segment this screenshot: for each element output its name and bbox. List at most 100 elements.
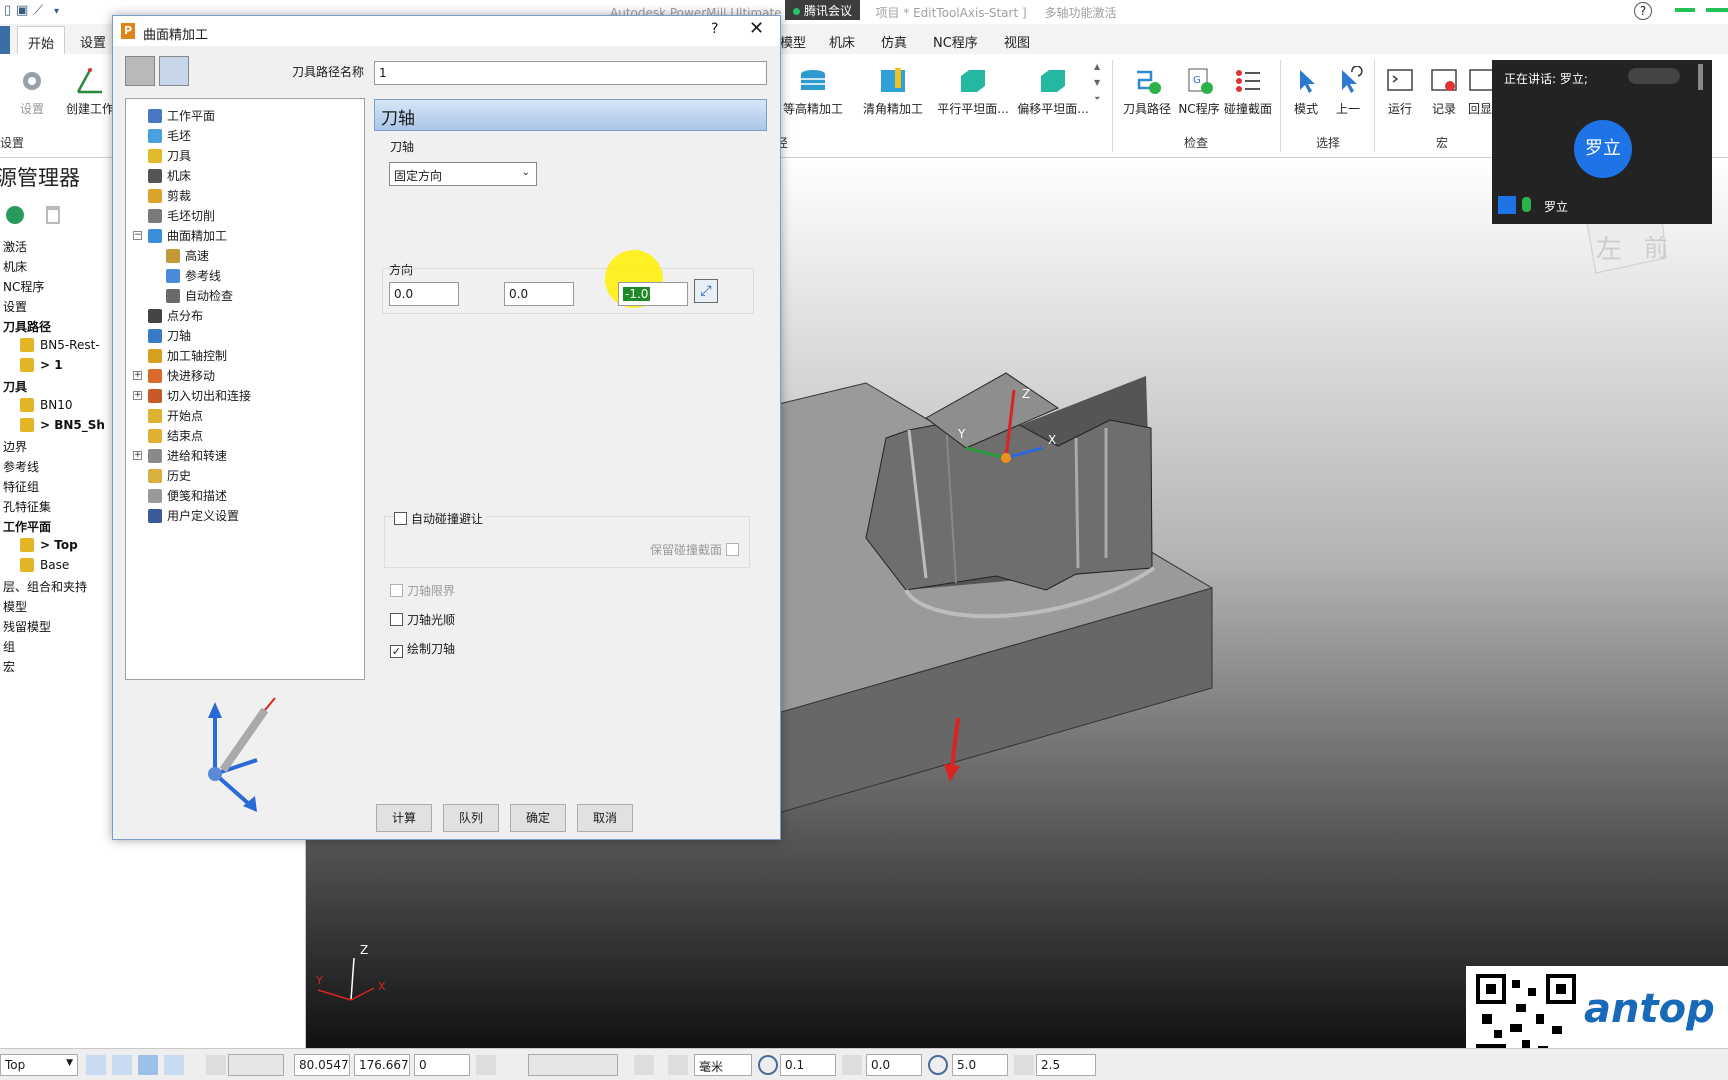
file-tab[interactable] (0, 26, 10, 54)
explorer-item[interactable]: BN10 (20, 398, 72, 412)
previous-selection-button[interactable]: 上一 (1330, 66, 1366, 117)
collision-section-button[interactable]: 碰撞截面 (1222, 66, 1274, 117)
calculator-icon[interactable] (634, 1055, 654, 1075)
strategy-image-icon[interactable] (159, 56, 189, 86)
nc-check-button[interactable]: G NC程序 (1176, 66, 1222, 117)
tab-simulation[interactable]: 仿真 (881, 32, 907, 51)
tool-axis-limits-checkbox[interactable]: 刀轴限界 (390, 582, 455, 599)
input-field[interactable] (528, 1054, 618, 1076)
tree-item[interactable]: 参考线 (166, 267, 221, 284)
tab-home[interactable]: 开始 (17, 26, 66, 54)
tree-item[interactable]: 历史 (148, 467, 191, 484)
workplane-select[interactable]: Top ▼ (0, 1054, 78, 1076)
direction-y-input[interactable]: 0.0 (504, 282, 574, 306)
ribbon-gallery-expand-icon[interactable]: ⏷ (1094, 94, 1100, 104)
corner-finish-button[interactable]: 清角精加工 (860, 66, 926, 117)
grid-spacing-field[interactable] (228, 1054, 284, 1076)
measure-icon[interactable] (476, 1055, 496, 1075)
tree-item[interactable]: 开始点 (148, 407, 203, 424)
stepover-field[interactable]: 2.5 (1036, 1054, 1096, 1076)
direction-x-input[interactable]: 0.0 (389, 282, 459, 306)
globe-icon[interactable] (6, 206, 24, 224)
tree-item[interactable]: 自动检查 (166, 287, 233, 304)
tab-nc-program[interactable]: NC程序 (933, 32, 978, 51)
ribbon-gallery-scroll-down-icon[interactable]: ▼ (1094, 78, 1100, 87)
tree-item[interactable]: 高速 (166, 247, 209, 264)
explorer-item[interactable]: 设置 (3, 298, 27, 315)
tree-item[interactable]: 剪裁 (148, 187, 191, 204)
explorer-item[interactable]: 边界 (3, 438, 27, 455)
explorer-item[interactable]: > BN5_Sh (20, 418, 105, 432)
echo-macro-button[interactable]: 回显 (1466, 66, 1495, 117)
tab-view[interactable]: 视图 (1004, 32, 1030, 51)
diameter-field[interactable]: 5.0 (952, 1054, 1008, 1076)
run-macro-button[interactable]: 运行 (1380, 66, 1420, 117)
selection-filter-icon[interactable] (138, 1055, 158, 1075)
constant-z-finish-button[interactable]: 等高精加工 (780, 66, 846, 117)
explorer-item[interactable]: 组 (3, 638, 15, 655)
tree-item[interactable]: 机床 (148, 167, 191, 184)
tool-axis-dropdown[interactable]: 固定方向 ⌄ (389, 162, 537, 186)
quick-access-dropdown-icon[interactable]: ▾ (54, 6, 59, 17)
create-workplane-button[interactable]: 创建工作 (62, 66, 118, 117)
explorer-item[interactable]: > 1 (20, 358, 63, 372)
tool-axis-smoothing-checkbox[interactable]: 刀轴光顺 (390, 611, 455, 628)
quick-access-icon[interactable]: ▯ (4, 3, 11, 18)
record-macro-button[interactable]: 记录 (1424, 66, 1464, 117)
strategy-settings-icon[interactable] (125, 56, 155, 86)
explorer-item[interactable]: 机床 (3, 258, 27, 275)
tree-item[interactable]: 进给和转速 (148, 447, 227, 464)
explorer-item[interactable]: 工作平面 (3, 518, 51, 535)
calculate-button[interactable]: 计算 (376, 804, 432, 832)
tree-item[interactable]: 点分布 (148, 307, 203, 324)
expand-icon[interactable]: + (133, 371, 142, 380)
dialog-help-button[interactable]: ? (711, 21, 718, 37)
settings-button[interactable]: 设置 (4, 66, 60, 117)
tree-item[interactable]: 便笺和描述 (148, 487, 227, 504)
explorer-item[interactable]: 宏 (3, 658, 15, 675)
tolerance-field[interactable]: 0.1 (780, 1054, 836, 1076)
tab-model[interactable]: 模型 (780, 32, 806, 51)
explorer-item[interactable]: 残留模型 (3, 618, 51, 635)
explorer-item[interactable]: 特征组 (3, 478, 39, 495)
lock-selection-icon[interactable] (164, 1055, 184, 1075)
ok-button[interactable]: 确定 (510, 804, 566, 832)
pick-icon[interactable] (502, 1055, 522, 1075)
offset-flat-button[interactable]: 偏移平坦面... (1016, 66, 1090, 117)
tab-machine[interactable]: 机床 (829, 32, 855, 51)
units-field[interactable]: 毫米 (694, 1054, 752, 1076)
tree-item[interactable]: 毛坯 (148, 127, 191, 144)
thickness-field[interactable]: 0.0 (866, 1054, 922, 1076)
tree-item[interactable]: 刀轴 (148, 327, 191, 344)
expand-icon[interactable]: + (133, 391, 142, 400)
explorer-item[interactable]: 孔特征集 (3, 498, 51, 515)
tree-item[interactable]: 毛坯切削 (148, 207, 215, 224)
explorer-item[interactable]: 参考线 (3, 458, 39, 475)
view-cube-front-face[interactable]: 前 (1644, 234, 1668, 262)
tree-item[interactable]: 用户定义设置 (148, 507, 239, 524)
help-icon[interactable]: ? (1634, 2, 1652, 20)
ruler-icon[interactable] (668, 1055, 688, 1075)
ribbon-gallery-scroll-up-icon[interactable]: ▲ (1094, 62, 1100, 71)
explorer-item[interactable]: 刀具路径 (3, 318, 51, 335)
tree-item[interactable]: 快进移动 (148, 367, 215, 384)
tree-item[interactable]: 加工轴控制 (148, 347, 227, 364)
explorer-item[interactable]: NC程序 (3, 278, 44, 295)
cancel-button[interactable]: 取消 (577, 804, 633, 832)
workplane-quick-icon[interactable]: ⟋ (34, 3, 43, 18)
draw-tool-axis-checkbox[interactable]: ✓ 绘制刀轴 (390, 640, 455, 658)
save-icon[interactable]: ▣ (16, 3, 28, 18)
explorer-item[interactable]: > Top (20, 538, 78, 552)
tab-setup[interactable]: 设置 (80, 32, 106, 51)
tree-item[interactable]: 工作平面 (148, 107, 215, 124)
tree-item[interactable]: 结束点 (148, 427, 203, 444)
dialog-close-button[interactable]: ✕ (749, 18, 764, 39)
dialog-titlebar[interactable]: P 曲面精加工 ? ✕ (113, 16, 780, 46)
snap-icon[interactable] (86, 1055, 106, 1075)
view-cube-left-face[interactable]: 左 (1596, 235, 1622, 265)
snap-mode-icon[interactable] (112, 1055, 132, 1075)
keep-collision-section-checkbox[interactable]: 保留碰撞截面 (650, 541, 740, 558)
explorer-item[interactable]: BN5-Rest- (20, 338, 100, 352)
expand-icon[interactable]: + (133, 451, 142, 460)
grid-icon[interactable] (206, 1055, 226, 1075)
